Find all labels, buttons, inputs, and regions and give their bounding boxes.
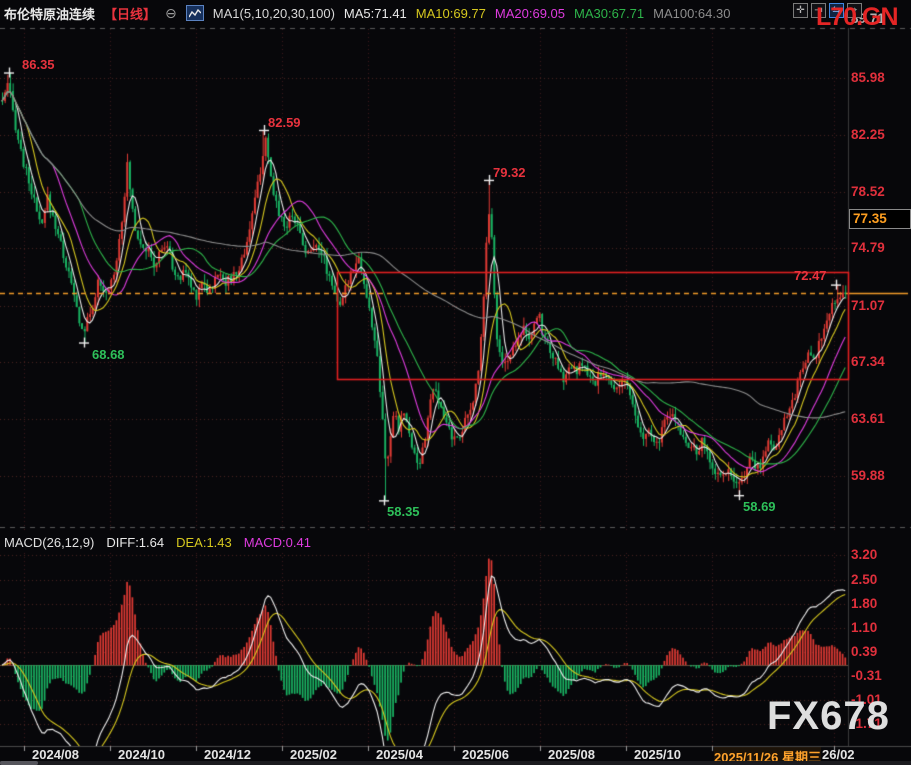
collapse-icon[interactable]: ⊖ — [165, 6, 177, 20]
price-marker-label: 79.32 — [493, 165, 526, 180]
macd-macd-value: MACD:0.41 — [244, 535, 311, 550]
ma30-value: MA30:67.71 — [574, 6, 644, 21]
candlestick-chart-canvas[interactable] — [0, 0, 911, 765]
macd-axis-label: 1.80 — [851, 596, 908, 611]
price-axis-label: 82.25 — [851, 127, 908, 142]
price-marker-label: 68.68 — [92, 347, 125, 362]
ma20-value: MA20:69.05 — [495, 6, 565, 21]
macd-axis-label: 1.10 — [851, 620, 908, 635]
scrollbar-thumb[interactable] — [0, 761, 38, 765]
price-marker-label: 58.35 — [387, 504, 420, 519]
chart-scrollbar[interactable] — [0, 761, 911, 765]
macd-axis-label: 0.39 — [851, 644, 908, 659]
price-marker-label: 82.59 — [268, 115, 301, 130]
contract-watermark: L70.GN — [816, 3, 898, 32]
x-axis-label: 2025/06 — [462, 747, 509, 762]
macd-dea-value: DEA:1.43 — [176, 535, 232, 550]
chart-header: 布伦特原油连续 【日线】 ⊖ MA1(5,10,20,30,100) MA5:7… — [0, 0, 794, 26]
price-axis-label: 85.98 — [851, 70, 908, 85]
price-axis-label: 74.79 — [851, 240, 908, 255]
price-axis-label: 63.61 — [851, 411, 908, 426]
ma100-value: MA100:64.30 — [653, 6, 730, 21]
instrument-title: 布伦特原油连续 — [4, 4, 95, 23]
trading-chart-app: 布伦特原油连续 【日线】 ⊖ MA1(5,10,20,30,100) MA5:7… — [0, 0, 911, 765]
chart-style-icon[interactable] — [186, 5, 204, 21]
ma-settings-label[interactable]: MA1(5,10,20,30,100) — [213, 6, 335, 21]
macd-axis-label: -0.31 — [851, 668, 908, 683]
fx678-watermark: FX678 — [767, 694, 890, 739]
x-axis-label: 2025/10 — [634, 747, 681, 762]
price-axis-label: 71.07 — [851, 298, 908, 313]
x-axis-label: 2025/02 — [290, 747, 337, 762]
price-marker-label: 72.47 — [794, 268, 827, 283]
price-marker-label: 86.35 — [22, 57, 55, 72]
price-axis-label: 67.34 — [851, 354, 908, 369]
macd-axis-label: 2.50 — [851, 572, 908, 587]
ma10-value: MA10:69.77 — [416, 6, 486, 21]
x-axis-label: 2024/12 — [204, 747, 251, 762]
macd-header: MACD(26,12,9) DIFF:1.64 DEA:1.43 MACD:0.… — [4, 535, 311, 550]
x-axis-label: 2025/08 — [548, 747, 595, 762]
crosshair-icon[interactable]: ✛ — [793, 3, 808, 18]
price-marker-label: 58.69 — [743, 499, 776, 514]
cursor-price-badge: 77.35 — [849, 209, 911, 229]
period-label[interactable]: 【日线】 — [104, 4, 156, 23]
x-axis-label: 2025/04 — [376, 747, 423, 762]
macd-axis-label: 3.20 — [851, 547, 908, 562]
price-axis-label: 59.88 — [851, 468, 908, 483]
x-axis-label: 26/02 — [822, 747, 855, 762]
x-axis-label: 2024/08 — [32, 747, 79, 762]
macd-diff-value: DIFF:1.64 — [106, 535, 164, 550]
macd-settings-label[interactable]: MACD(26,12,9) — [4, 535, 94, 550]
price-axis-label: 78.52 — [851, 184, 908, 199]
x-axis-label: 2024/10 — [118, 747, 165, 762]
ma5-value: MA5:71.41 — [344, 6, 407, 21]
